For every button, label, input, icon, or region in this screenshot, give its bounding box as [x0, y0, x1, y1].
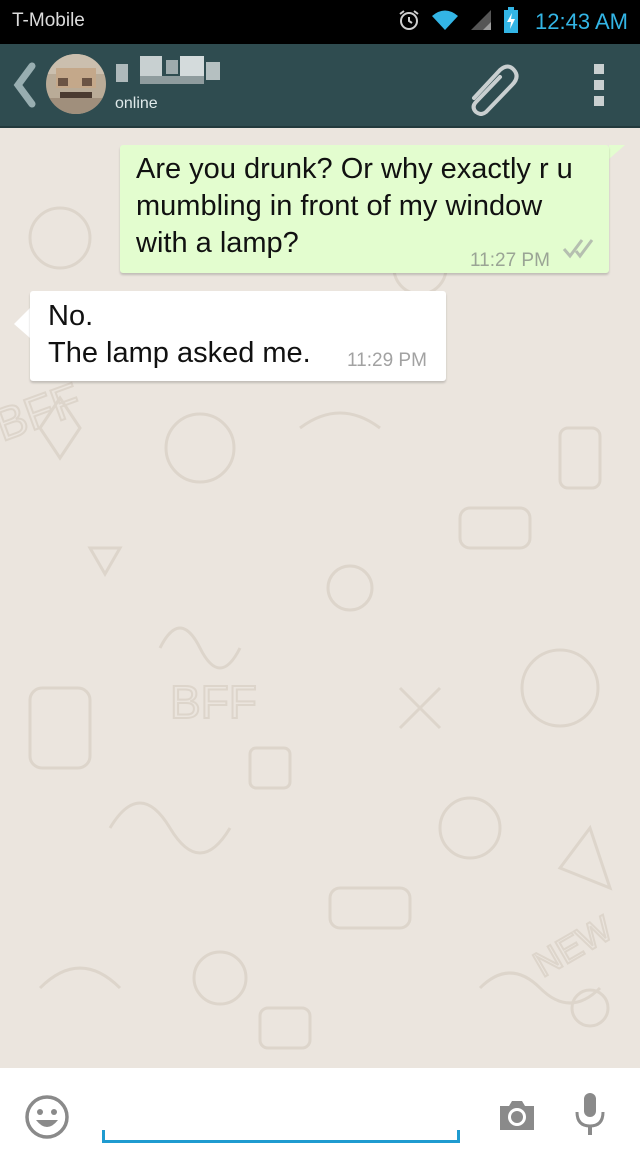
- outgoing-bubble-tail: [609, 145, 625, 159]
- status-icons: 12:43 AM: [397, 4, 628, 40]
- incoming-message[interactable]: No. The lamp asked me. 11:29 PM: [30, 291, 446, 381]
- carrier-label: T-Mobile: [12, 10, 85, 31]
- overflow-menu-icon[interactable]: [588, 64, 610, 110]
- chat-area[interactable]: BFF BFF NEW Are you drunk? Or why exactl…: [0, 128, 640, 1068]
- contact-avatar[interactable]: [46, 54, 106, 114]
- double-check-icon: [562, 237, 596, 264]
- status-bar: T-Mobile 12:43 AM: [0, 0, 640, 44]
- message-timestamp: 11:27 PM: [470, 250, 550, 271]
- outgoing-message[interactable]: Are you drunk? Or why exactly r u mumbli…: [120, 145, 609, 273]
- svg-text:BFF: BFF: [170, 676, 257, 728]
- alarm-icon: [397, 8, 421, 37]
- microphone-icon[interactable]: [574, 1092, 606, 1136]
- input-underline: [102, 1140, 460, 1143]
- emoji-icon[interactable]: [24, 1094, 70, 1140]
- presence-status: online: [115, 95, 158, 112]
- back-chevron-icon[interactable]: [12, 62, 38, 108]
- message-timestamp: 11:29 PM: [347, 350, 427, 371]
- battery-charging-icon: [503, 6, 519, 38]
- svg-text:NEW: NEW: [526, 907, 619, 985]
- clock: 12:43 AM: [535, 9, 628, 34]
- message-text: Are you drunk? Or why exactly r u mumbli…: [136, 153, 573, 259]
- camera-icon[interactable]: [496, 1098, 538, 1132]
- input-underline-left-tick: [102, 1130, 105, 1143]
- contact-name-redacted: [114, 56, 224, 84]
- wifi-icon: [431, 8, 459, 37]
- input-underline-right-tick: [457, 1130, 460, 1143]
- message-input[interactable]: [102, 1088, 464, 1148]
- signal-icon: [469, 8, 493, 37]
- svg-text:BFF: BFF: [0, 372, 87, 451]
- incoming-bubble-tail: [14, 308, 30, 338]
- attach-paperclip-icon[interactable]: [462, 58, 520, 116]
- message-text: No. The lamp asked me.: [48, 300, 311, 369]
- chat-header: online: [0, 44, 640, 128]
